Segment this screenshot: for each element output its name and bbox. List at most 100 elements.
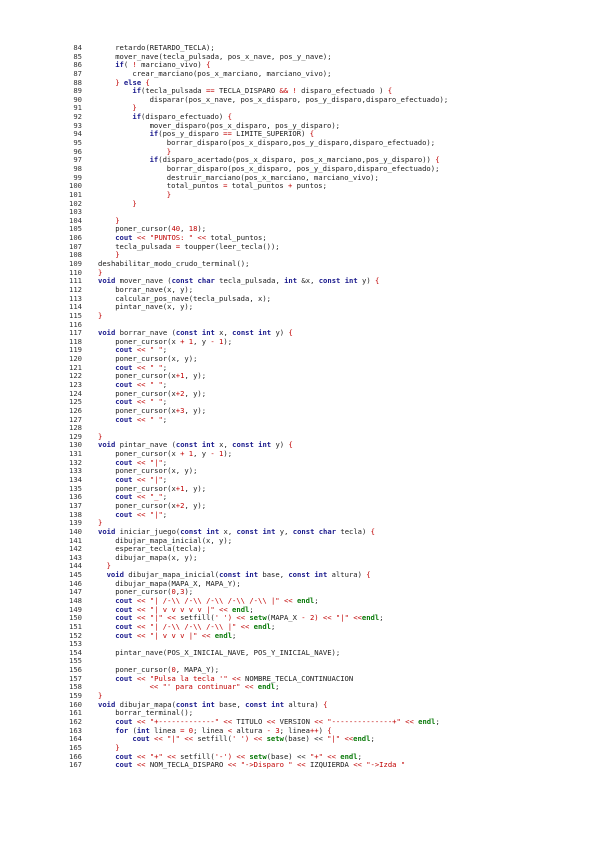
code-token: y, [275, 526, 293, 536]
code-token: "--------------+" [327, 716, 401, 726]
code-token: << [132, 716, 150, 726]
code-token: << [240, 682, 258, 692]
code-text: cout << "| v v v |" << endl; [115, 630, 236, 641]
code-token: "->Disparo " [240, 760, 293, 770]
code-token: << [132, 613, 150, 623]
code-token: LIMITE_SUPERIOR) [231, 129, 310, 139]
code-token: << [132, 509, 150, 519]
code-token: { [227, 112, 232, 122]
code-listing: 84 retardo(RETARDO_TECLA); 85 mover_nave(te… [0, 43, 599, 770]
code-line: 125 cout << " "; [0, 397, 599, 407]
code-token: "|" [149, 457, 163, 467]
code-token: "|" [149, 509, 163, 519]
code-token: ) [318, 725, 328, 735]
code-token: , y [193, 449, 211, 459]
code-token: pintar_nave ( [115, 440, 176, 450]
code-token: (tecla_pulsada [141, 86, 206, 96]
code-token: { [435, 155, 440, 165]
code-line: 117 void borrar_nave (const int x, const … [0, 328, 599, 338]
code-line: 131 poner_cursor(x + 1, y - 1); [0, 449, 599, 459]
code-line: 85 mover_nave(tecla_pulsada, pos_x_nave, … [0, 52, 599, 62]
code-token: poner_cursor(x [115, 483, 176, 493]
code-line: 95 borrar_disparo(pos_x_disparo,pos_y_dis… [0, 138, 599, 148]
code-line: 164 cout << "|" << setfill(' ') << setw(b… [0, 734, 599, 744]
code-token: } [115, 215, 120, 225]
code-token: << [132, 362, 150, 372]
code-line: 116 [0, 320, 599, 330]
code-text: cout << NOM_TECLA_DISPARO << "->Disparo … [115, 760, 405, 770]
code-token: cout [115, 509, 133, 519]
code-line: 105 poner_cursor(40, 18); [0, 225, 599, 234]
code-token: + 1 [180, 449, 194, 459]
code-text: cout << " "; [115, 415, 167, 425]
code-token: , y); [184, 371, 207, 381]
code-token: ; [162, 362, 168, 372]
code-token: "| /-\\ /-\\ /-\\ /-\\ /-\\ |" [149, 596, 280, 605]
code-token: endl [353, 734, 371, 744]
code-token: const int [232, 328, 272, 338]
code-token: poner_cursor(x [115, 371, 176, 381]
code-token: y) [271, 328, 289, 338]
code-token: << [132, 345, 150, 355]
code-line: 108} [0, 251, 599, 260]
code-token: const int [175, 699, 215, 709]
code-token: << [132, 475, 150, 485]
code-token: if [132, 112, 142, 122]
code-token: "+-------------" [149, 716, 220, 726]
code-token: setw [249, 613, 267, 623]
code-token: ); [223, 336, 233, 346]
code-token: cout [115, 596, 133, 605]
code-line: 158 << "' para continuar" << endl; [0, 683, 599, 692]
code-token: poner_cursor(x [115, 500, 176, 510]
code-token: crear_marciano(pos_x_marciano, marciano_… [132, 68, 332, 78]
code-line: 126 poner_cursor(x+3, y); [0, 406, 599, 416]
code-token: (disparo_efectuado) [141, 112, 228, 122]
code-token: " " [149, 362, 163, 372]
code-text: crear_marciano(pos_x_marciano, marciano_… [132, 68, 332, 79]
code-token: << [132, 379, 150, 389]
code-line: 114 pintar_nave(x, y); [0, 302, 599, 312]
code-token: const int [175, 328, 215, 338]
code-token: NOM_TECLA_DISPARO [149, 760, 228, 770]
code-token: ; [270, 621, 276, 631]
code-token: cout [115, 475, 133, 485]
code-token: << [162, 613, 181, 623]
code-line: 123 cout << " "; [0, 379, 599, 390]
code-token: ; linea [193, 725, 228, 735]
code-token: '-' [214, 751, 228, 761]
code-token: << [236, 621, 254, 631]
code-token: tecla_pulsada [115, 241, 176, 251]
code-token: if [115, 60, 124, 70]
code-token: , [180, 224, 189, 234]
code-line: 115} [0, 311, 599, 321]
code-token: << [322, 751, 341, 761]
code-line: 135 poner_cursor(x+1, y); [0, 483, 599, 494]
code-token: const int [219, 570, 259, 580]
code-token: total_puntos [166, 181, 224, 191]
code-token: << [132, 621, 150, 631]
code-token: { [141, 77, 150, 87]
code-token: endl [214, 630, 233, 640]
code-token: ; [162, 492, 168, 502]
code-line: 136 cout << "_"; [0, 492, 599, 502]
code-token: puntos; [292, 181, 327, 191]
code-token: tecla_pulsada, [214, 276, 285, 286]
code-token: << [400, 716, 419, 726]
code-token: void [98, 328, 116, 338]
code-token: ; [435, 716, 440, 726]
code-token: endl [361, 613, 380, 623]
code-token: "|" [335, 613, 349, 623]
code-text: cout << "|"; [115, 509, 167, 520]
code-line: 109 deshabilitar_modo_crudo_terminal(); [0, 259, 599, 269]
code-token: } [115, 742, 120, 752]
code-token: const int [175, 440, 215, 450]
code-token: base, [214, 699, 246, 709]
code-token: (base) << [283, 734, 328, 744]
code-line: 142 esperar_tecla(tecla); [0, 544, 599, 554]
code-line: 127 cout << " "; [0, 415, 599, 425]
code-token: endl [418, 716, 436, 726]
code-token: << [214, 604, 233, 614]
code-token: altura) [284, 699, 324, 709]
code-token: "| /-\\ /-\\ /-\\ |" [149, 621, 237, 631]
code-token: setw [249, 751, 267, 761]
